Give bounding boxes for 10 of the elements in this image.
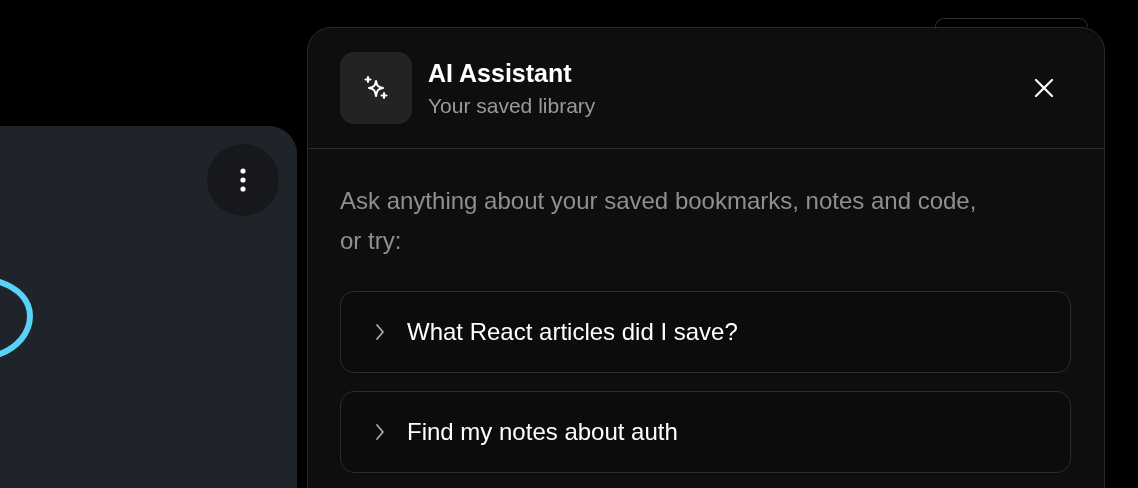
chevron-icon (375, 323, 385, 341)
panel-subtitle: Your saved library (428, 93, 597, 118)
panel-title: AI Assistant (428, 58, 573, 88)
chevron-icon (375, 423, 385, 441)
sparkle-icon (362, 74, 390, 102)
suggestion-button[interactable]: What React articles did I save? (340, 291, 1071, 373)
intro-text: Ask anything about your saved bookmarks, notes and code, or try: (340, 186, 978, 256)
suggestion-button[interactable]: Find my notes about auth (340, 391, 1071, 473)
close-icon (1034, 78, 1054, 98)
more-icon (240, 168, 246, 192)
